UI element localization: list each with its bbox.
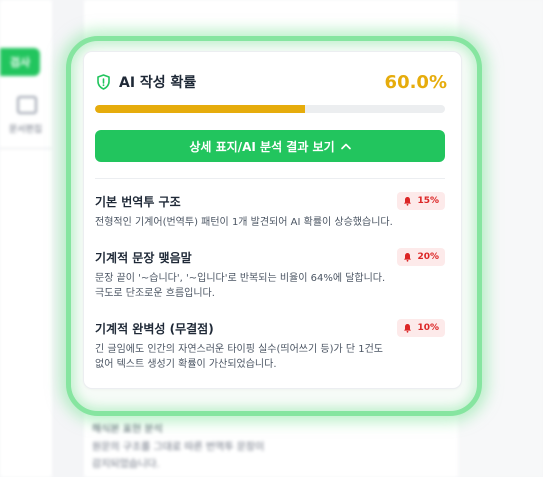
card-title: AI 작성 확률 bbox=[119, 75, 197, 91]
analysis-item-title: 기계적 완벽성 (무결점) bbox=[95, 321, 214, 336]
score-badge-value: 15% bbox=[417, 196, 439, 206]
document-icon[interactable] bbox=[17, 96, 37, 114]
score-badge-value: 20% bbox=[417, 252, 439, 262]
view-details-button[interactable]: 상세 표지/AI 분석 결과 보기 bbox=[95, 130, 445, 162]
score-badge: 20% bbox=[397, 248, 445, 266]
lower-section-desc: 감지되었습니다. bbox=[92, 459, 160, 470]
score-badge: 15% bbox=[397, 192, 445, 210]
desc-line: 없어 텍스트 생성기 확률이 가산되었습니다. bbox=[95, 359, 277, 370]
card-divider bbox=[95, 178, 445, 179]
lower-section-desc: 원문의 구조를 그대로 따른 번역투 문장이 bbox=[92, 442, 265, 453]
analysis-item: 기계적 완벽성 (무결점) 10% 긴 글임에도 인간의 자연스러운 타이핑 실… bbox=[95, 318, 445, 372]
sidebar-check-button[interactable]: 검사 bbox=[0, 48, 40, 76]
desc-line: 문장 끝이 '~습니다', '~입니다'로 반복되는 비율이 64%에 달합니다… bbox=[95, 273, 386, 284]
score-badge-value: 10% bbox=[417, 323, 439, 333]
desc-line: 극도로 단조로운 흐름입니다. bbox=[95, 288, 215, 299]
analysis-item: 기계적 문장 맺음말 20% 문장 끝이 '~습니다', '~입니다'로 반복되… bbox=[95, 247, 445, 301]
sidebar-item-label[interactable]: 문서편집 bbox=[9, 122, 42, 135]
analysis-item-title: 기계적 문장 맺음말 bbox=[95, 250, 192, 265]
alarm-bell-icon bbox=[403, 196, 412, 206]
sidebar-divider bbox=[0, 148, 52, 149]
analysis-item-title: 기본 번역투 구조 bbox=[95, 194, 181, 209]
score-badge: 10% bbox=[397, 319, 445, 337]
lower-section-title: 해식본 표현 분석 bbox=[92, 424, 163, 435]
analysis-item-desc: 긴 글임에도 인간의 자연스러운 타이핑 실수(띄어쓰기 등)가 단 1건도 없… bbox=[95, 342, 445, 372]
shield-check-icon bbox=[96, 74, 111, 90]
chevron-up-icon bbox=[340, 143, 351, 150]
probability-bar-fill bbox=[95, 105, 305, 113]
analysis-item: 기본 번역투 구조 15% 전형적인 기계어(번역투) 패턴이 1개 발견되어 … bbox=[95, 191, 445, 230]
probability-value: 60.0% bbox=[384, 71, 447, 93]
analysis-item-desc: 전형적인 기계어(번역투) 패턴이 1개 발견되어 AI 확률이 상승했습니다. bbox=[95, 215, 445, 230]
desc-line: 긴 글임에도 인간의 자연스러운 타이핑 실수(띄어쓰기 등)가 단 1건도 bbox=[95, 344, 383, 355]
ai-probability-card: AI 작성 확률 60.0% 상세 표지/AI 분석 결과 보기 기본 번역투 … bbox=[84, 52, 461, 388]
probability-bar bbox=[95, 105, 445, 113]
card-header: AI 작성 확률 60.0% bbox=[96, 70, 447, 94]
view-details-label: 상세 표지/AI 분석 결과 보기 bbox=[189, 139, 335, 154]
analysis-item-desc: 문장 끝이 '~습니다', '~입니다'로 반복되는 비율이 64%에 달합니다… bbox=[95, 271, 445, 301]
alarm-bell-icon bbox=[403, 323, 412, 333]
desc-line: 전형적인 기계어(번역투) 패턴이 1개 발견되어 AI 확률이 상승했습니다. bbox=[95, 217, 393, 228]
alarm-bell-icon bbox=[403, 252, 412, 262]
